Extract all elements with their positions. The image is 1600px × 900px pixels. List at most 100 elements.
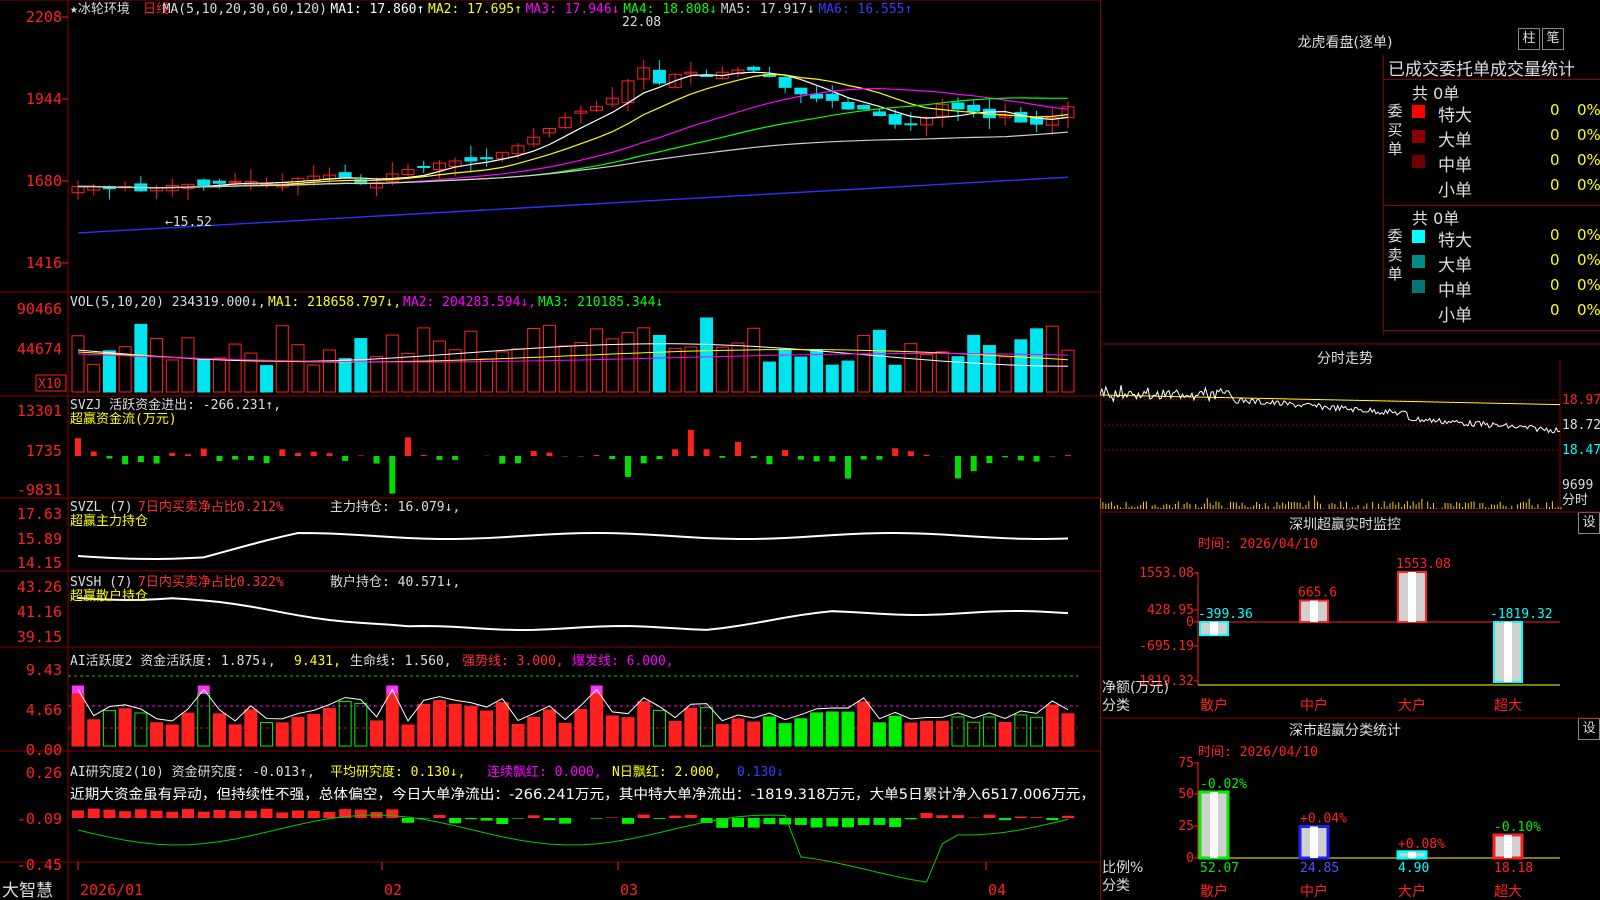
fund-flow-bar <box>593 454 600 456</box>
high-annotation: 22.08 <box>622 15 661 30</box>
row-percent: 0% <box>1577 101 1600 119</box>
candle-body <box>857 104 871 110</box>
volume-bar <box>590 328 604 393</box>
volume-bar <box>228 343 242 393</box>
candle-body <box>967 104 981 112</box>
volume-bar <box>872 329 886 393</box>
volume-bar <box>307 364 321 393</box>
volume-bar <box>715 346 729 393</box>
volume-bar <box>527 327 541 393</box>
volume-bar <box>1061 349 1075 393</box>
ma-params: MA(5,10,20,30,60,120) <box>163 2 327 17</box>
activity-bar <box>260 722 274 747</box>
volume-bar <box>417 327 431 393</box>
research-bar <box>166 811 179 818</box>
fund-flow-bar <box>499 456 506 464</box>
candle-body <box>197 179 211 186</box>
volume-bar <box>71 335 85 393</box>
activity-bar <box>684 707 698 747</box>
svzj-label: SVZJ 活跃资金进出: -266.231↑, <box>70 397 281 413</box>
bar-mode-button[interactable]: 柱 <box>1518 28 1540 50</box>
volume-bar <box>165 359 179 393</box>
activity-bar <box>181 712 195 747</box>
volume-bar <box>495 351 509 393</box>
svsh-tick-label: 39.15 <box>17 628 62 646</box>
volume-bar <box>558 345 572 393</box>
fund-flow-bar <box>153 456 160 464</box>
activity-bar <box>700 707 714 747</box>
candle-body <box>810 93 824 99</box>
activity-bar <box>747 721 761 747</box>
volume-bar <box>197 358 211 393</box>
ma-value: MA1: 17.860↑ <box>330 2 424 17</box>
sz-settings-button[interactable]: 设 <box>1578 512 1600 534</box>
research-bar <box>873 818 886 825</box>
activity-bar <box>935 720 949 747</box>
fund-flow-bar <box>373 456 380 464</box>
fund-flow-bar <box>735 441 741 456</box>
research-bar <box>763 818 776 825</box>
ma-line <box>78 131 1069 189</box>
activity-bar <box>888 715 902 747</box>
fund-flow-bar <box>1033 456 1040 462</box>
volume-bar <box>982 345 996 393</box>
x-tick-label: 03 <box>620 881 638 899</box>
activity-bar <box>370 720 384 747</box>
fund-flow-bar <box>782 449 789 456</box>
ai1-tick-label: 0.00 <box>26 741 62 759</box>
volume-bar <box>888 364 902 393</box>
research-bar <box>794 818 807 825</box>
activity-bar <box>998 722 1012 747</box>
price-tick-label: 1944 <box>26 90 62 108</box>
fund-flow-bar <box>357 455 364 456</box>
sell-side-label: 委卖单 <box>1387 227 1403 283</box>
color-swatch <box>1412 155 1425 168</box>
activity-bar <box>967 721 981 747</box>
research-bar <box>684 814 697 818</box>
buy-row: 小单 0 0% <box>1412 175 1600 201</box>
fund-flow-bar <box>326 453 333 456</box>
volume-bar <box>857 335 871 393</box>
volume-bar <box>275 325 289 393</box>
tick-mode-button[interactable]: 笔 <box>1542 28 1564 50</box>
fund-flow-bar <box>546 452 553 456</box>
research-line <box>77 814 1069 883</box>
fund-flow-bar <box>1002 456 1009 458</box>
research-bar <box>87 808 100 818</box>
fund-flow-bar <box>687 429 694 456</box>
volume-bar <box>432 340 446 393</box>
research-bar <box>732 818 744 827</box>
buy-row: 特大 0 0% <box>1412 100 1600 126</box>
stock-chart-canvas[interactable]: 220819441680141622.08←15.52★冰轮环境 日线MA(5,1… <box>0 0 1100 900</box>
research-bar <box>543 818 556 821</box>
color-swatch <box>1412 180 1425 193</box>
ai1-b: 9.431, <box>294 654 341 669</box>
fund-flow-bar <box>766 456 773 465</box>
vol-ma1 <box>77 343 1069 367</box>
research-bar <box>527 815 540 818</box>
research-bar <box>72 810 84 818</box>
activity-bar <box>542 709 556 747</box>
research-bar <box>276 812 289 818</box>
ai2-tick-label: -0.09 <box>17 810 62 828</box>
research-bar <box>810 818 823 828</box>
svzl-tick-label: 17.63 <box>17 505 62 523</box>
activity-bar <box>872 722 886 747</box>
class-settings-button[interactable]: 设 <box>1578 718 1600 740</box>
buy-row: 大单 0 0% <box>1412 125 1600 151</box>
row-percent: 0% <box>1577 276 1600 294</box>
fund-flow-bar <box>185 454 191 456</box>
research-bar <box>842 818 854 828</box>
svzj-title: 超赢资金流(万元) <box>70 411 177 427</box>
volume-bar <box>87 363 101 393</box>
research-bar <box>889 818 902 827</box>
svsh-desc: 7日内买卖净占比0.322% <box>138 574 284 590</box>
fund-flow-bar <box>813 456 820 462</box>
ma-value: MA2: 17.695↑ <box>428 2 522 17</box>
volume-bar <box>1030 328 1044 393</box>
vol-tick-label: 44674 <box>17 340 62 358</box>
research-bar <box>449 818 462 824</box>
research-bar <box>496 818 509 824</box>
buy-row: 中单 0 0% <box>1412 150 1600 176</box>
candle-body <box>794 87 808 95</box>
